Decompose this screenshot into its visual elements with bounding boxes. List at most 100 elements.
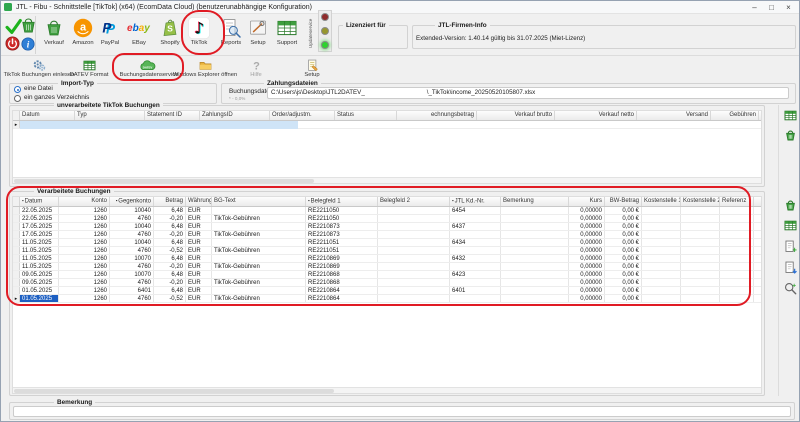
cell[interactable]: 0,00 € [605, 271, 642, 278]
cell[interactable] [720, 287, 754, 294]
cell[interactable] [642, 287, 681, 294]
cell[interactable]: RE2211051 [306, 247, 378, 254]
radio-unselected[interactable] [14, 95, 21, 102]
cell[interactable] [642, 271, 681, 278]
cell[interactable]: 0,00000 [569, 231, 605, 238]
cell[interactable]: EUR [186, 207, 212, 214]
unprocessed-table[interactable]: DatumTypStatement IDZahlungsIDOrder/adju… [12, 110, 762, 184]
column-header[interactable]: ▪JTL Kd.-Nr. [450, 197, 501, 206]
cell[interactable]: 6,48 [154, 223, 186, 230]
cell[interactable]: 0,00 € [605, 207, 642, 214]
column-header[interactable]: Verkauf brutto [477, 111, 555, 120]
cell[interactable] [681, 207, 720, 214]
table-export-icon[interactable] [782, 107, 798, 123]
close-button[interactable]: × [780, 1, 797, 14]
cell[interactable]: 1260 [59, 279, 110, 286]
cell[interactable] [501, 239, 569, 246]
cell[interactable]: 6434 [450, 239, 501, 246]
column-header[interactable]: Belegfeld 2 [378, 197, 450, 206]
cell[interactable]: RE2210873 [306, 231, 378, 238]
cell[interactable] [720, 263, 754, 270]
lower-hscrollbar[interactable] [13, 387, 761, 393]
buchungsdatei-path-input[interactable]: C:\Users\js\Desktop\JTL2DATEV_\_TikTok\i… [267, 87, 789, 99]
cell[interactable]: EUR [186, 231, 212, 238]
cell[interactable] [681, 231, 720, 238]
cell[interactable]: 6,48 [154, 287, 186, 294]
splitter-handle[interactable]: ······ [387, 184, 405, 190]
cell[interactable]: 01.05.2025 [20, 287, 59, 294]
cell[interactable]: 6401 [450, 287, 501, 294]
import-sales-icon[interactable] [782, 127, 798, 143]
cell[interactable]: 11.05.2025 [20, 239, 59, 246]
cell[interactable]: -0,52 [154, 247, 186, 254]
cell[interactable]: 10040 [110, 239, 154, 246]
cell[interactable] [501, 295, 569, 302]
cell[interactable]: -0,20 [154, 215, 186, 222]
cell[interactable] [642, 263, 681, 270]
cell[interactable] [378, 215, 450, 222]
cell[interactable]: 0,00000 [569, 215, 605, 222]
cell[interactable] [681, 263, 720, 270]
cell[interactable]: EUR [186, 223, 212, 230]
cell[interactable]: 6,48 [154, 255, 186, 262]
cell[interactable]: RE2210873 [306, 223, 378, 230]
cell[interactable]: 0,00000 [569, 271, 605, 278]
cell[interactable]: 6,48 [154, 239, 186, 246]
column-header[interactable]: Versand [637, 111, 711, 120]
cell[interactable] [642, 215, 681, 222]
cell[interactable]: TikTok-Gebühren [212, 279, 306, 286]
cell[interactable]: 0,00000 [569, 247, 605, 254]
table-row[interactable]: 11.05.202512604760-0,52EURTikTok-Gebühre… [13, 247, 761, 255]
cell[interactable] [642, 279, 681, 286]
cell[interactable] [720, 231, 754, 238]
cell[interactable] [720, 295, 754, 302]
cell[interactable]: 1260 [59, 271, 110, 278]
cell[interactable] [681, 247, 720, 254]
column-header[interactable]: BG-Text [212, 197, 306, 206]
column-header[interactable]: Kurs [569, 197, 605, 206]
cell[interactable]: TikTok-Gebühren [212, 215, 306, 222]
column-header[interactable]: Bemerkung [501, 197, 569, 206]
cell[interactable] [681, 287, 720, 294]
table-row[interactable]: 17.05.202512604760-0,20EURTikTok-Gebühre… [13, 231, 761, 239]
cell[interactable] [681, 271, 720, 278]
toolbar-button-tiktok[interactable]: ♪ ♪ ♪TikTok [182, 16, 216, 54]
cell[interactable]: 6,48 [154, 207, 186, 214]
cell[interactable]: EUR [186, 247, 212, 254]
cell[interactable] [378, 207, 450, 214]
processed-table[interactable]: ▪DatumKonto▪GegenkontoBetragWährungBG-Te… [12, 196, 762, 394]
column-header[interactable]: Statement ID [145, 111, 200, 120]
cell[interactable]: 4760 [110, 247, 154, 254]
toolbar-button-support[interactable]: Support [270, 16, 304, 54]
cell[interactable]: 10070 [110, 271, 154, 278]
cell[interactable]: -0,20 [154, 231, 186, 238]
cell[interactable]: 0,00000 [569, 239, 605, 246]
cell[interactable] [720, 255, 754, 262]
cell[interactable]: 0,00000 [569, 207, 605, 214]
cell[interactable] [378, 279, 450, 286]
cell[interactable]: 22.05.2025 [20, 207, 59, 214]
exit-power-icon[interactable] [4, 35, 21, 52]
cell[interactable] [450, 279, 501, 286]
cell[interactable] [212, 271, 306, 278]
cell[interactable]: 0,00 € [605, 279, 642, 286]
column-header[interactable]: BW-Betrag [605, 197, 642, 206]
cell[interactable]: EUR [186, 255, 212, 262]
cell[interactable]: RE2211050 [306, 207, 378, 214]
cell[interactable] [501, 263, 569, 270]
table-export-icon[interactable] [782, 217, 798, 233]
column-header[interactable]: Referenz [720, 197, 754, 206]
cell[interactable]: 10040 [110, 207, 154, 214]
cell[interactable]: EUR [186, 295, 212, 302]
cell[interactable] [681, 255, 720, 262]
column-header[interactable]: echnungsbetrag [397, 111, 477, 120]
cell[interactable]: 11.05.2025 [20, 247, 59, 254]
action-button-hilfe[interactable]: ?Hilfe [238, 58, 274, 81]
cell[interactable]: 11.05.2025 [20, 255, 59, 262]
cell[interactable]: 1260 [59, 263, 110, 270]
column-header[interactable]: Verkauf netto [555, 111, 637, 120]
cell[interactable]: EUR [186, 287, 212, 294]
cell[interactable]: -0,20 [154, 279, 186, 286]
cell[interactable]: 22.05.2025 [20, 215, 59, 222]
action-button-explorer[interactable]: Windows Explorer öffnen [164, 58, 246, 81]
